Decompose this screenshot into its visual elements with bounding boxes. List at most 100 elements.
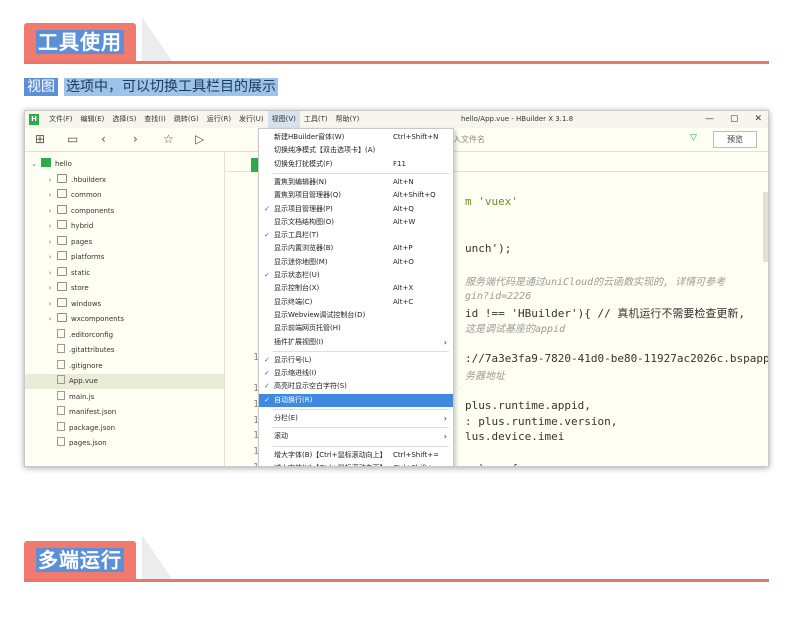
- tree-item[interactable]: .editorconfig: [25, 328, 113, 343]
- menu-item[interactable]: 工具(T): [300, 111, 332, 128]
- filter-icon[interactable]: ▽: [690, 133, 697, 143]
- menu-item[interactable]: 运行(R): [203, 111, 235, 128]
- star-icon[interactable]: ☆: [163, 132, 174, 146]
- tree-item[interactable]: manifest.json: [25, 405, 116, 420]
- hbuilder-logo-icon: H: [29, 114, 39, 125]
- tree-item[interactable]: › static: [25, 266, 90, 281]
- code-text: 服务端代码是通过uniCloud的云函数实现的, 详情可参考: [465, 277, 726, 289]
- file-search-input[interactable]: 输入文件名: [445, 132, 708, 148]
- tree-item[interactable]: pages.json: [25, 436, 107, 451]
- tree-item[interactable]: .gitignore: [25, 359, 103, 374]
- view-menu-item[interactable]: ✓ 显示项目管理器(P) Alt+Q: [259, 203, 453, 216]
- view-menu-item[interactable]: 置焦到编辑器(N) Alt+N: [259, 176, 453, 189]
- tree-item[interactable]: › platforms: [25, 250, 104, 265]
- menu-shortcut: Alt+C: [393, 297, 414, 306]
- view-menu-item[interactable]: ✓ 显示工具栏(T): [259, 229, 453, 242]
- view-menu-item[interactable]: ✓ 显示状态栏(U): [259, 269, 453, 282]
- view-menu-item[interactable]: ✓ 自动换行(R): [259, 393, 453, 407]
- menu-item-label: 增大字体(B)【Ctrl+鼠标滚动向上】: [274, 450, 387, 459]
- menu-item[interactable]: 选择(S): [108, 111, 140, 128]
- code-line: : plus.runtime.version,: [465, 415, 617, 428]
- tree-item[interactable]: ⌄ hello: [25, 157, 72, 172]
- editor-scrollbar[interactable]: [763, 192, 768, 262]
- close-icon[interactable]: ✕: [754, 111, 762, 128]
- tree-item[interactable]: .gitattributes: [25, 343, 115, 358]
- view-menu-item[interactable]: 显示文档结构图(O) Alt+W: [259, 216, 453, 229]
- section-title: 工具使用: [36, 30, 124, 54]
- tree-item[interactable]: › components: [25, 204, 114, 219]
- view-menu-item[interactable]: 减小字体(V)【Ctrl+鼠标滚动向下】 Ctrl+Shift+-: [259, 462, 453, 466]
- tree-item[interactable]: › windows: [25, 297, 101, 312]
- tree-item[interactable]: › pages: [25, 235, 92, 250]
- view-menu-item[interactable]: 显示终端(C) Alt+C: [259, 296, 453, 309]
- view-menu-item[interactable]: ✓ 显示缩进线(I): [259, 367, 453, 380]
- view-menu-item[interactable]: 显示前端网页托管(H): [259, 322, 453, 335]
- tree-item-label: App.vue: [69, 377, 98, 385]
- view-menu-item[interactable]: 滚动 ›: [259, 430, 453, 443]
- tree-item-label: .gitignore: [69, 361, 103, 370]
- save-icon[interactable]: ▭: [67, 132, 78, 146]
- tree-item[interactable]: main.js: [25, 390, 94, 405]
- tree-item[interactable]: › store: [25, 281, 89, 296]
- menu-item[interactable]: 发行(U): [235, 111, 268, 128]
- tree-item-label: main.js: [69, 392, 95, 401]
- tree-item-label: wxcomponents: [71, 315, 124, 323]
- menu-item[interactable]: 帮助(Y): [332, 111, 364, 128]
- new-file-icon[interactable]: ⊞: [35, 132, 45, 146]
- menu-item[interactable]: 编辑(E): [77, 111, 109, 128]
- view-menu-item[interactable]: 显示控制台(X) Alt+X: [259, 282, 453, 295]
- menu-shortcut: Alt+X: [393, 284, 414, 293]
- tree-item-label: pages.json: [69, 439, 107, 447]
- tree-item[interactable]: App.vue: [25, 374, 224, 389]
- heading-tab: 工具使用: [24, 23, 136, 61]
- menu-item[interactable]: 视图(V): [267, 111, 300, 128]
- menu-item-label: 显示终端(C): [274, 297, 313, 306]
- tree-item[interactable]: › .hbuilderx: [25, 173, 106, 188]
- menu-item[interactable]: 文件(F): [45, 111, 77, 128]
- file-icon: [57, 406, 65, 415]
- maximize-icon[interactable]: ▢: [730, 111, 739, 128]
- menu-item-label: 滚动: [274, 432, 288, 441]
- back-icon[interactable]: ‹: [101, 132, 106, 146]
- view-menu-item[interactable]: 增大字体(B)【Ctrl+鼠标滚动向上】 Ctrl+Shift+=: [259, 449, 453, 462]
- code-line: gin?id=2226: [465, 289, 531, 302]
- menu-item[interactable]: 查找(I): [140, 111, 170, 128]
- view-menu-item[interactable]: 新建HBuilder窗体(W) Ctrl+Shift+N: [259, 131, 453, 144]
- view-menu-dropdown: 新建HBuilder窗体(W) Ctrl+Shift+N 切换纯净模式【双击选项卡】…: [258, 128, 454, 466]
- code-text: lus.device.imei: [465, 430, 565, 444]
- menu-item-label: 新建HBuilder窗体(W): [274, 133, 345, 141]
- preview-button[interactable]: 预览: [713, 131, 757, 148]
- folder-icon: [57, 235, 67, 245]
- window-title: hello/App.vue - HBuilder X 3.1.8: [461, 115, 574, 123]
- view-menu-item[interactable]: 插件扩展视图(I) ›: [259, 336, 453, 349]
- menu-item-label: 显示状态栏(U): [274, 271, 320, 279]
- view-menu-item[interactable]: 置焦到项目管理器(Q) Alt+Shift+Q: [259, 189, 453, 202]
- tree-item[interactable]: package.json: [25, 421, 115, 436]
- view-menu-item[interactable]: 分栏(E) ›: [259, 412, 453, 425]
- view-menu-item[interactable]: 显示内置浏览器(B) Alt+P: [259, 242, 453, 255]
- menu-item-label: 显示项目管理器(P): [274, 204, 333, 213]
- view-menu-item[interactable]: 显示Webview调试控制台(D): [259, 309, 453, 322]
- minimize-icon[interactable]: —: [705, 111, 714, 128]
- file-icon: [57, 375, 65, 384]
- tree-item[interactable]: › hybrid: [25, 219, 93, 234]
- code-text: : plus.runtime.version,: [465, 414, 618, 428]
- view-menu-item[interactable]: 切换免打扰模式(F) F11: [259, 158, 453, 171]
- hbuilder-window: H 文件(F) 编辑(E) 选择(S) 查找(I) 跳转(G) 运行(R) 发行(U) 视图(…: [24, 110, 769, 467]
- tree-item[interactable]: › wxcomponents: [25, 312, 124, 327]
- tree-item[interactable]: › common: [25, 188, 102, 203]
- check-icon: ✓: [264, 271, 270, 279]
- forward-icon[interactable]: ›: [133, 132, 138, 146]
- view-menu-item[interactable]: ✓ 显示行号(L): [259, 354, 453, 367]
- folder-icon: [57, 251, 67, 260]
- menu-separator: [273, 350, 449, 352]
- run-icon[interactable]: ▷: [195, 132, 204, 146]
- view-menu-item[interactable]: 显示迷你地图(M) Alt+O: [259, 256, 453, 269]
- view-menu-item[interactable]: 切换纯净模式【双击选项卡】(A): [259, 144, 453, 157]
- menu-items: 文件(F) 编辑(E) 选择(S) 查找(I) 跳转(G) 运行(R) 发行(U) 视图(V)…: [45, 111, 363, 128]
- tree-item-label: hello: [55, 160, 72, 168]
- code-text: gin?id=2226: [465, 290, 532, 302]
- menu-item[interactable]: 跳转(G): [170, 111, 203, 128]
- view-menu-item[interactable]: ✓ 高亮时显示空白字符(S): [259, 380, 453, 393]
- folder-icon: [57, 173, 67, 183]
